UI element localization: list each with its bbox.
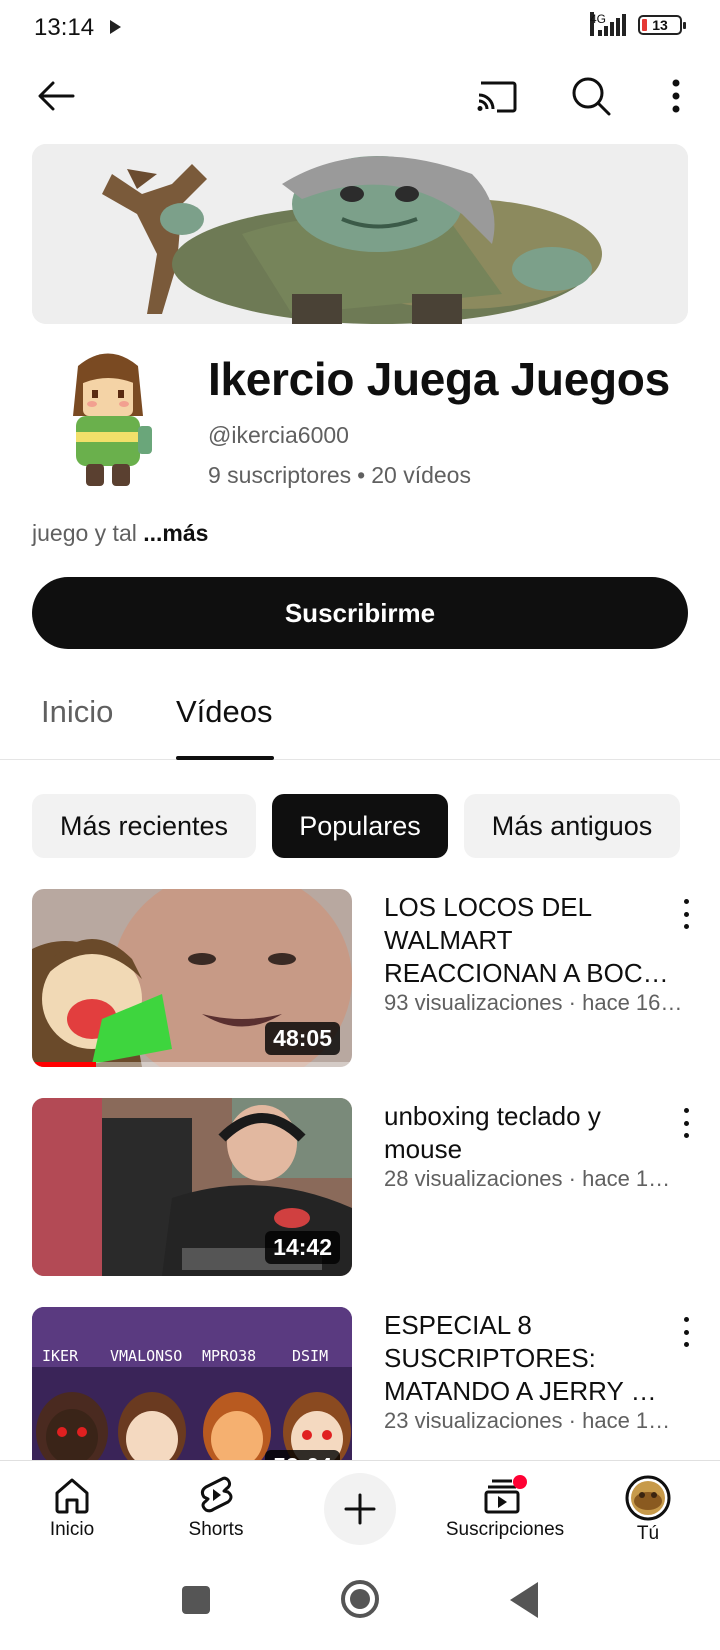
- cast-button[interactable]: [470, 70, 522, 122]
- tab-inicio[interactable]: Inicio: [41, 694, 113, 730]
- subscriptions-icon: [484, 1475, 527, 1514]
- chip-mas-antiguos[interactable]: Más antiguos: [464, 794, 680, 858]
- video-thumbnail[interactable]: 14:42: [32, 1098, 352, 1276]
- more-options-button[interactable]: [652, 70, 700, 122]
- video-title[interactable]: LOS LOCOS DEL WALMART REACCIONAN A BOC…: [384, 891, 674, 990]
- video-item[interactable]: 14:42 unboxing teclado y mouse 28 visual…: [0, 1098, 720, 1276]
- nav-tu[interactable]: Tú: [598, 1461, 698, 1561]
- home-icon: [55, 1478, 89, 1514]
- recents-button[interactable]: [182, 1586, 210, 1614]
- profile-avatar: [625, 1475, 671, 1521]
- chip-mas-recientes[interactable]: Más recientes: [32, 794, 256, 858]
- subscriber-count: 9 suscriptores: [208, 462, 352, 488]
- nav-shorts[interactable]: Shorts: [166, 1461, 266, 1561]
- video-more-icon[interactable]: [674, 1108, 698, 1138]
- subscribe-button[interactable]: Suscribirme: [32, 577, 688, 649]
- plus-icon: [344, 1493, 376, 1525]
- video-item[interactable]: IKER VMALONSO MPRO38 DSIM 53:04 ESPECIAL…: [0, 1307, 720, 1485]
- thumb-label: DSIM: [292, 1347, 328, 1365]
- search-icon: [572, 77, 611, 116]
- battery-level: 13: [652, 17, 668, 33]
- video-more-icon[interactable]: [674, 1317, 698, 1347]
- video-meta: 28 visualizaciones · hace 1…: [384, 1166, 671, 1191]
- stats-separator: •: [357, 462, 366, 488]
- nav-label: Tú: [636, 1523, 660, 1544]
- battery-icon: 13: [638, 15, 686, 35]
- top-bar: [0, 56, 720, 136]
- signal-icon: 4G: [590, 12, 630, 36]
- video-more-icon[interactable]: [674, 899, 698, 929]
- search-button[interactable]: [565, 70, 617, 122]
- back-button[interactable]: [30, 70, 82, 122]
- thumb-label: IKER: [42, 1347, 79, 1365]
- back-arrow-icon: [38, 81, 75, 111]
- channel-name: Ikercio Juega Juegos: [208, 353, 670, 405]
- cast-icon: [477, 81, 517, 113]
- video-title[interactable]: unboxing teclado y mouse: [384, 1100, 674, 1166]
- bottom-navigation: Inicio Shorts Suscripciones Tú: [0, 1460, 720, 1560]
- channel-avatar[interactable]: [48, 346, 168, 496]
- nav-suscripciones[interactable]: Suscripciones: [430, 1461, 580, 1561]
- description-text: juego y tal: [32, 520, 137, 546]
- description-more-link[interactable]: ...más: [143, 520, 208, 546]
- thumb-label: VMALONSO: [110, 1347, 182, 1365]
- shorts-icon: [200, 1476, 233, 1513]
- video-duration: 48:05: [265, 1022, 340, 1055]
- channel-banner: [32, 144, 688, 324]
- channel-description[interactable]: juego y tal ...más: [32, 520, 208, 547]
- video-duration: 14:42: [265, 1231, 340, 1264]
- video-meta: 93 visualizaciones · hace 16…: [384, 990, 683, 1015]
- watch-progress-bar: [32, 1062, 96, 1067]
- status-icons: 4G 13: [590, 12, 686, 36]
- back-system-button[interactable]: [510, 1582, 538, 1618]
- video-thumbnail[interactable]: IKER VMALONSO MPRO38 DSIM 53:04: [32, 1307, 352, 1485]
- play-indicator-icon: [110, 20, 121, 34]
- channel-handle: @ikercia6000: [208, 422, 349, 448]
- thumb-label: MPRO38: [202, 1347, 256, 1365]
- video-count: 20 vídeos: [371, 462, 471, 488]
- tab-videos[interactable]: Vídeos: [176, 694, 273, 730]
- channel-tabs: Inicio Vídeos: [0, 664, 720, 760]
- status-bar: 13:14 4G 13: [0, 0, 720, 56]
- video-item[interactable]: 48:05 LOS LOCOS DEL WALMART REACCIONAN A…: [0, 889, 720, 1067]
- video-meta: 23 visualizaciones · hace 1…: [384, 1408, 671, 1433]
- create-button[interactable]: [324, 1473, 396, 1545]
- system-navigation-bar: [0, 1560, 720, 1650]
- nav-inicio[interactable]: Inicio: [22, 1461, 122, 1561]
- home-system-button[interactable]: [341, 1580, 379, 1618]
- active-tab-indicator: [176, 756, 274, 760]
- avatar-image: [73, 353, 152, 486]
- more-vert-icon: [672, 79, 680, 113]
- nav-label: Inicio: [49, 1519, 95, 1540]
- status-time: 13:14: [34, 14, 95, 41]
- nav-label: Shorts: [188, 1519, 244, 1540]
- banner-image: [32, 144, 688, 324]
- video-thumbnail[interactable]: 48:05: [32, 889, 352, 1067]
- channel-stats: 9 suscriptores • 20 vídeos: [208, 462, 471, 489]
- video-title[interactable]: ESPECIAL 8 SUSCRIPTORES: MATANDO A JERRY…: [384, 1309, 674, 1408]
- nav-label: Suscripciones: [445, 1519, 565, 1540]
- network-type: 4G: [590, 12, 606, 36]
- chip-populares[interactable]: Populares: [272, 794, 448, 858]
